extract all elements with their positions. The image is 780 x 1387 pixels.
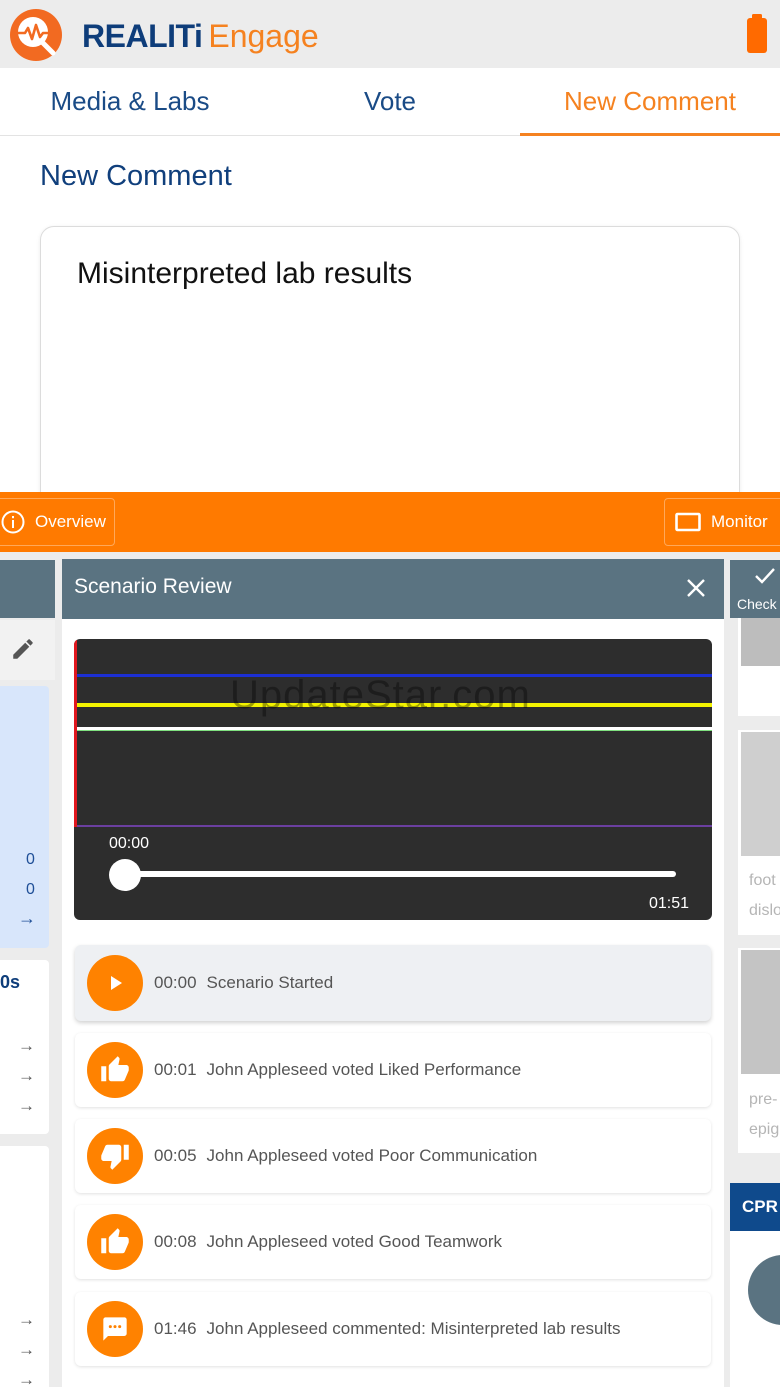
right-card-text: dislo [749,902,780,919]
left-stat-value-1: 0 [26,851,35,868]
battery-icon [747,14,767,53]
event-text: Scenario Started [206,973,334,992]
current-time: 00:00 [109,835,150,852]
right-panel-image [741,732,780,856]
event-time: 00:01 [154,1060,197,1079]
modal-header: Scenario Review [62,559,724,619]
event-text: John Appleseed voted Poor Communication [206,1146,538,1165]
check-icon [755,568,775,584]
event-text: John Appleseed voted Liked Performance [206,1060,522,1079]
event-row[interactable]: 00:00 Scenario Started [75,945,711,1021]
toolbar: Overview Monitor [0,492,780,552]
event-time: 01:46 [154,1319,197,1338]
left-panel-card: → → → [0,1146,49,1387]
right-card-text: epig [749,1121,780,1138]
scenario-review-modal: Scenario Review UpdateStar.com 00:00 01:… [62,559,724,1387]
timeline-slider-thumb[interactable] [109,859,141,891]
event-text: John Appleseed voted Good Teamwork [206,1232,503,1251]
watermark-text: UpdateStar.com [230,673,531,717]
right-panel-image [741,950,780,1074]
event-text: John Appleseed commented: Misinterpreted… [206,1319,621,1338]
event-time: 00:05 [154,1146,197,1165]
right-panel-image [741,618,780,666]
close-icon[interactable] [682,574,710,602]
arrow-right-icon[interactable]: → [18,1096,35,1116]
event-row[interactable]: 01:46 John Appleseed commented: Misinter… [75,1292,711,1366]
arrow-right-icon[interactable]: → [18,1066,35,1086]
comment-text: Misinterpreted lab results [77,257,413,290]
tab-media-labs[interactable]: Media & Labs [0,68,260,136]
arrow-right-icon[interactable]: → [18,1310,35,1330]
tab-new-comment[interactable]: New Comment [520,68,780,136]
page-title: New Comment [40,160,232,192]
info-icon [1,510,25,534]
vital-signs-waveform [74,639,712,827]
check-label: Check [737,596,777,612]
duration-time: 01:51 [649,895,690,912]
brand-sub: Engage [208,18,319,54]
left-panel-edit-row [0,620,55,680]
thumbs-up-icon [87,1214,143,1270]
app-header: REALITi Engage [0,0,780,68]
brand-title: REALITi Engage [82,14,319,58]
arrow-right-icon[interactable]: → [18,1036,35,1056]
thumbs-down-icon [87,1128,143,1184]
tab-vote[interactable]: Vote [260,68,520,136]
event-time: 00:08 [154,1232,197,1251]
arrow-right-icon[interactable]: → [18,908,36,929]
left-stat-value-2: 0 [26,881,35,898]
edit-pencil-icon[interactable] [10,636,36,662]
overview-button[interactable]: Overview [0,498,115,546]
arrow-right-icon[interactable]: → [18,1370,35,1387]
right-card-text: pre- [749,1091,778,1108]
overview-label: Overview [35,512,106,531]
thumbs-up-icon [87,1042,143,1098]
arrow-right-icon[interactable]: → [18,1340,35,1360]
monitor-label: Monitor [711,512,768,531]
scenario-player: UpdateStar.com 00:00 01:51 [74,639,712,920]
event-row[interactable]: 00:05 John Appleseed voted Poor Communic… [75,1119,711,1193]
realiti-logo-icon [10,9,62,61]
left-duration-label: 0s [0,972,21,992]
right-card-text: foot [749,872,776,889]
monitor-button[interactable]: Monitor [664,498,780,546]
comment-textarea[interactable]: Misinterpreted lab results [40,226,740,516]
play-icon[interactable] [87,955,143,1011]
comment-icon [87,1301,143,1357]
modal-title: Scenario Review [74,575,232,598]
cpr-header: CPR [730,1183,780,1231]
timeline-slider[interactable] [114,871,676,877]
event-time: 00:00 [154,973,197,992]
check-button[interactable]: Check [730,560,780,618]
left-panel-stats-card: 0 0 → [0,686,49,948]
event-row[interactable]: 00:01 John Appleseed voted Liked Perform… [75,1033,711,1107]
event-row[interactable]: 00:08 John Appleseed voted Good Teamwork [75,1205,711,1279]
tab-bar: Media & Labs Vote New Comment [0,68,780,136]
left-panel-header [0,560,55,618]
monitor-icon [675,512,701,532]
brand-main: REALITi [82,18,203,54]
